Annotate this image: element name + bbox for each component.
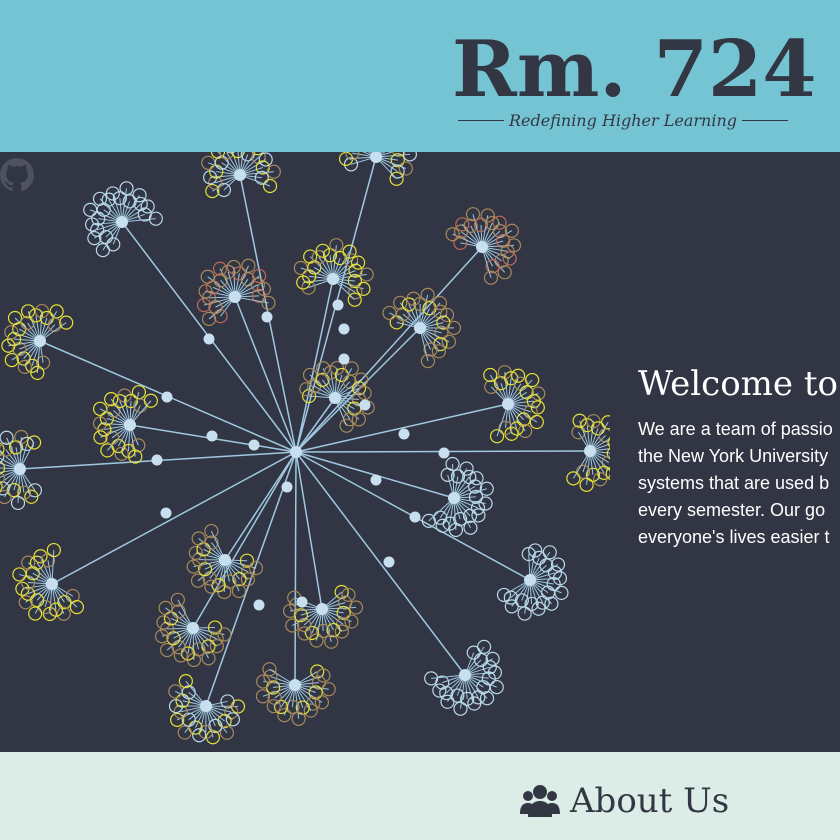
graph-node: [160, 507, 172, 519]
graph-hub-node: [116, 216, 128, 228]
graph-leaf-node: [347, 292, 362, 307]
graph-node: [203, 333, 215, 345]
graph-node: [409, 511, 421, 523]
graph-leaf-node: [502, 251, 517, 266]
welcome-text: We are a team of passio the New York Uni…: [638, 416, 840, 551]
graph-node: [151, 454, 163, 466]
graph-edge: [224, 451, 297, 561]
network-graph: [0, 152, 610, 745]
graph-leaf-node: [517, 606, 532, 621]
graph-leaf-node: [160, 642, 175, 658]
graph-leaf-node: [104, 392, 119, 407]
about-heading: About Us: [520, 776, 729, 826]
tagline-row: Redefining Higher Learning: [458, 108, 788, 132]
site-header: Rm. 724 Redefining Higher Learning: [0, 0, 840, 152]
graph-node: [338, 323, 350, 335]
graph-node: [253, 599, 265, 611]
graph-leaf-node: [154, 629, 170, 644]
graph-node: [261, 311, 273, 323]
graph-hub-node: [584, 445, 596, 457]
tagline-rule-left: [458, 119, 504, 121]
graph-leaf-node: [83, 202, 98, 217]
graph-node: [438, 447, 450, 459]
graph-hub-node: [502, 398, 514, 410]
graph-hub-node: [34, 335, 46, 347]
graph-leaf-node: [351, 255, 366, 270]
graph-leaf-node: [30, 593, 45, 608]
graph-leaf-node: [0, 489, 12, 505]
welcome-line: everyone's lives easier t: [638, 527, 830, 547]
graph-hub-node: [524, 574, 536, 586]
graph-leaf-node: [131, 385, 146, 400]
welcome-title: Welcome to: [638, 364, 838, 404]
graph-node: [296, 596, 308, 608]
welcome-line: We are a team of passio: [638, 419, 833, 439]
about-title: About Us: [570, 781, 730, 821]
graph-node: [383, 556, 395, 568]
graph-hub-node: [414, 322, 426, 334]
graph-edge: [192, 451, 297, 629]
graph-leaf-node: [49, 304, 64, 319]
graph-hub-node: [316, 603, 328, 615]
graph-edge: [295, 451, 323, 610]
welcome-line: every semester. Our go: [638, 500, 826, 520]
site-tagline: Redefining Higher Learning: [508, 110, 738, 130]
graph-node: [248, 439, 260, 451]
site-logo[interactable]: Rm. 724: [452, 22, 816, 118]
graph-leaf-node: [356, 281, 371, 296]
graph-edge: [295, 403, 509, 453]
graph-edge: [295, 451, 466, 676]
graph-edge: [51, 451, 297, 585]
graph-node: [281, 481, 293, 493]
graph-hub-node: [219, 554, 231, 566]
graph-leaf-node: [119, 181, 134, 196]
graph-node: [332, 299, 344, 311]
graph-leaf-node: [389, 171, 404, 186]
graph-leaf-node: [204, 579, 219, 594]
graph-hub-node: [289, 679, 301, 691]
graph-hub-node: [46, 578, 58, 590]
graph-leaf-node: [226, 152, 236, 154]
graph-root-node: [290, 446, 302, 458]
graph-leaf-node: [607, 436, 610, 448]
graph-hub-node: [476, 241, 488, 253]
graph-hub-node: [448, 492, 460, 504]
graph-node: [338, 353, 350, 365]
graph-hub-node: [200, 700, 212, 712]
hero-section: Welcome to We are a team of passio the N…: [0, 152, 840, 752]
graph-leaf-node: [382, 305, 397, 321]
graph-leaf-node: [402, 152, 417, 162]
graph-leaf-node: [261, 295, 276, 311]
graph-hub-node: [459, 669, 471, 681]
graph-node: [161, 391, 173, 403]
graph-hub-node: [14, 463, 26, 475]
github-icon[interactable]: [0, 158, 34, 192]
graph-edge: [294, 451, 297, 686]
graph-hub-node: [187, 622, 199, 634]
graph-node: [206, 430, 218, 442]
graph-node: [359, 399, 371, 411]
graph-leaf-node: [441, 334, 457, 349]
tagline-rule-right: [742, 119, 788, 121]
graph-hub-node: [234, 169, 246, 181]
welcome-line: the New York University: [638, 446, 829, 466]
graph-node: [370, 474, 382, 486]
graph-hub-node: [229, 291, 241, 303]
welcome-line: systems that are used b: [638, 473, 830, 493]
users-icon: [520, 785, 560, 817]
graph-hub-node: [329, 392, 341, 404]
graph-hub-node: [327, 273, 339, 285]
graph-leaf-node: [201, 311, 217, 327]
graph-node: [398, 428, 410, 440]
graph-hub-node: [124, 419, 136, 431]
